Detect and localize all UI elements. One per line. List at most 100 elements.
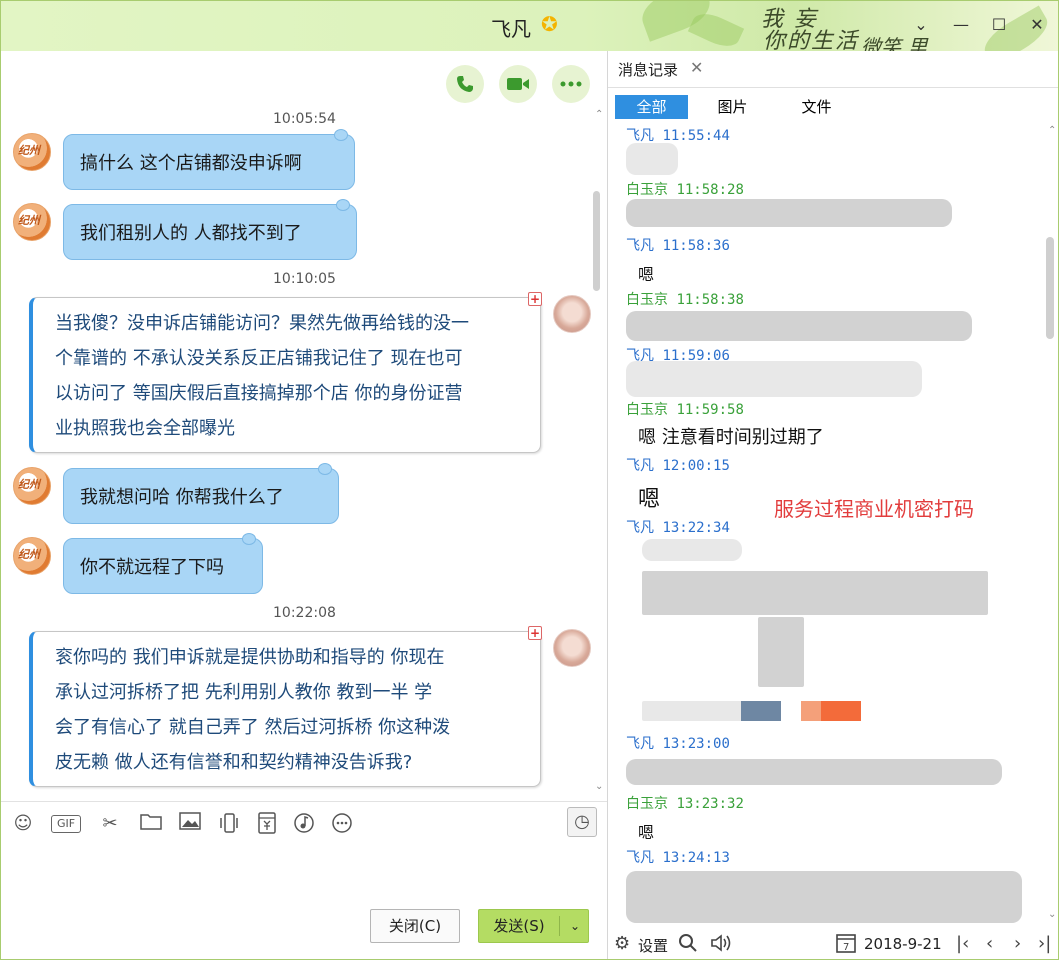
history-sender: 白玉京 [626, 182, 668, 198]
contact-avatar[interactable]: 纪州 [13, 203, 51, 241]
history-time: 11:59:58 [676, 402, 744, 418]
message-line: 衮你吗的 我们申诉就是提供协助和指导的 你现在 [55, 647, 445, 668]
emoji-icon[interactable]: ☺ [11, 812, 35, 836]
speaker-icon[interactable] [710, 933, 734, 958]
history-entry-header: 飞凡 12:00:15 [626, 455, 730, 475]
video-icon[interactable] [499, 65, 537, 103]
scroll-up-icon[interactable]: ⌃ [595, 109, 603, 120]
contact-avatar[interactable]: 纪州 [13, 467, 51, 505]
more-icon[interactable] [552, 65, 590, 103]
calendar-icon[interactable]: 7 [836, 933, 856, 958]
history-time: 11:58:38 [676, 292, 744, 308]
redacted-image [758, 617, 804, 687]
history-entry-header: 飞凡 13:23:00 [626, 733, 730, 753]
scroll-down-icon[interactable]: ⌄ [1048, 909, 1056, 920]
star-icon[interactable]: ✪ [541, 13, 563, 35]
history-message: 嗯 [638, 823, 655, 842]
send-button[interactable]: 发送(S) ⌄ [478, 909, 589, 943]
minimize-icon[interactable]: — [951, 15, 971, 35]
redaction-notice: 服务过程商业机密打码 [774, 497, 974, 521]
close-icon[interactable]: ✕ [1027, 15, 1047, 35]
message-input[interactable] [1, 843, 607, 903]
first-page-icon[interactable]: |‹ [956, 933, 969, 954]
svg-text:7: 7 [843, 942, 849, 953]
redacted-message [626, 311, 972, 341]
filter-files[interactable]: 文件 [780, 95, 853, 119]
history-time: 13:24:13 [662, 850, 730, 866]
message-line: 皮无赖 做人还有信誉和和契约精神没告诉我? [55, 752, 413, 773]
message-bubble-incoming: 你不就远程了下吗 [63, 533, 263, 594]
chevron-down-icon[interactable]: ⌄ [563, 910, 587, 942]
message-line: 业执照我也会全部曝光 [55, 418, 235, 439]
input-toolbar: ☺ GIF ✂ [1, 801, 607, 843]
message-line: 当我傻？没申诉店铺能访问？果然先做再给钱的没一 [55, 313, 469, 334]
message-line: 个靠谱的 不承认没关系反正店铺我记住了 现在也可 [55, 348, 463, 369]
user-avatar[interactable] [553, 629, 591, 667]
chat-window: 飞凡 ✪ 我 妄 你的生活 微笑 里 ⌄ — ☐ ✕ ⌃ ⌄ 10:05:54 … [0, 0, 1059, 960]
history-entry-header: 白玉京 11:59:58 [626, 399, 744, 419]
last-page-icon[interactable]: ›| [1038, 933, 1051, 954]
contact-avatar[interactable]: 纪州 [13, 133, 51, 171]
scissors-icon[interactable]: ✂ [98, 812, 122, 836]
history-sender: 白玉京 [626, 292, 668, 308]
close-button[interactable]: 关闭(C) [370, 909, 460, 943]
tab-message-history[interactable]: 消息记录 [618, 59, 678, 80]
filter-all[interactable]: 全部 [615, 95, 688, 119]
message-bubble-outgoing: + 衮你吗的 我们申诉就是提供协助和指导的 你现在 承认过河拆桥了把 先利用别人… [29, 626, 542, 787]
message-bubble-incoming: 我们租别人的 人都找不到了 [63, 199, 357, 260]
send-button-label[interactable]: 发送(S) [479, 910, 559, 942]
tab-underline [608, 87, 1058, 88]
history-sender: 飞凡 [626, 736, 654, 752]
more-circle-icon[interactable] [330, 812, 354, 836]
history-sender: 飞凡 [626, 128, 654, 144]
redacted-message [626, 871, 1022, 923]
history-scrollbar[interactable] [1046, 237, 1054, 339]
redacted-block [741, 701, 781, 721]
history-time: 13:23:32 [676, 796, 744, 812]
history-sender: 白玉京 [626, 796, 668, 812]
next-page-icon[interactable]: › [1014, 933, 1021, 954]
prev-page-icon[interactable]: ‹ [986, 933, 993, 954]
folder-icon[interactable] [139, 812, 163, 836]
settings-icon[interactable]: ⚙ [614, 933, 630, 954]
history-sender: 飞凡 [626, 238, 654, 254]
filter-images[interactable]: 图片 [696, 95, 769, 119]
message-bubble-incoming: 我就想问哈 你帮我什么了 [63, 463, 339, 524]
maximize-icon[interactable]: ☐ [989, 15, 1009, 35]
history-sender: 飞凡 [626, 850, 654, 866]
history-time: 12:00:15 [662, 458, 730, 474]
red-packet-icon[interactable] [255, 812, 279, 836]
redacted-message [626, 361, 922, 397]
redacted-message [626, 143, 678, 175]
history-time: 13:22:34 [662, 520, 730, 536]
search-icon[interactable] [678, 933, 698, 958]
shake-icon[interactable] [217, 812, 241, 836]
send-button-divider [559, 916, 560, 936]
history-date[interactable]: 2018-9-21 [864, 935, 942, 953]
plus-icon: + [528, 626, 542, 640]
history-time: 11:55:44 [662, 128, 730, 144]
image-icon[interactable] [178, 812, 202, 836]
close-icon[interactable]: ✕ [690, 58, 703, 77]
window-title: 飞凡 [491, 17, 531, 41]
chat-scrollbar[interactable] [593, 191, 600, 291]
message-timestamp: 10:05:54 [273, 111, 336, 127]
phone-icon[interactable] [446, 65, 484, 103]
redacted-block [801, 701, 821, 721]
message-timestamp: 10:10:05 [273, 271, 336, 287]
history-entry-header: 飞凡 13:24:13 [626, 847, 730, 867]
redacted-message [642, 539, 742, 561]
message-bubble-incoming: 搞什么 这个店铺都没申诉啊 [63, 129, 355, 190]
history-message: 嗯 [638, 265, 655, 284]
settings-label[interactable]: 设置 [638, 935, 668, 956]
clock-icon[interactable]: ◷ [567, 807, 597, 837]
scroll-down-icon[interactable]: ⌄ [595, 781, 603, 792]
music-icon[interactable] [292, 812, 316, 836]
gif-icon[interactable]: GIF [51, 815, 81, 833]
scroll-up-icon[interactable]: ⌃ [1048, 125, 1056, 136]
history-time: 11:58:28 [676, 182, 744, 198]
user-avatar[interactable] [553, 295, 591, 333]
contact-avatar[interactable]: 纪州 [13, 537, 51, 575]
chevron-down-icon[interactable]: ⌄ [911, 15, 931, 35]
title-bar[interactable]: 飞凡 ✪ 我 妄 你的生活 微笑 里 ⌄ — ☐ ✕ [1, 1, 1058, 67]
